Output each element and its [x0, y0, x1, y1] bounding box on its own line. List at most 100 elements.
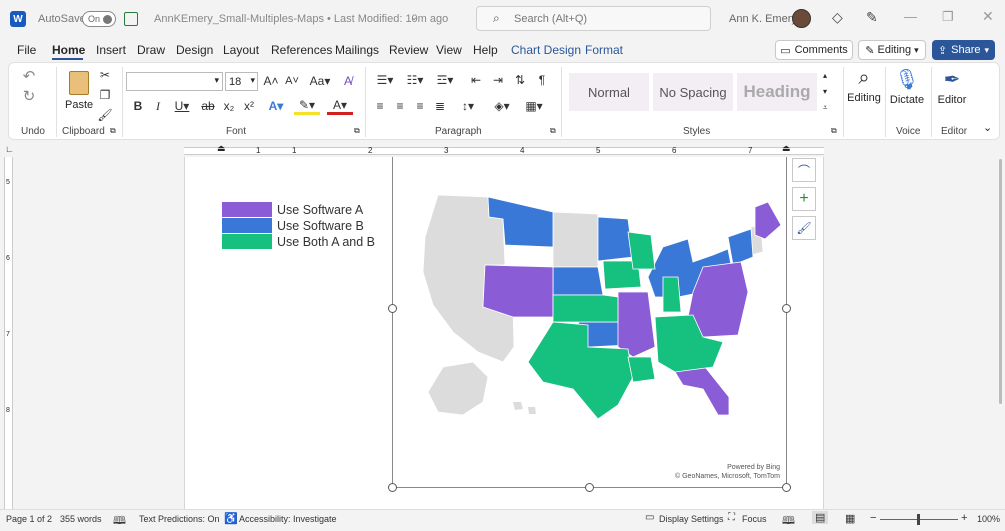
shrink-font-icon[interactable]: A˅: [283, 72, 301, 90]
resize-handle-mid-left[interactable]: [388, 304, 397, 313]
borders-icon[interactable]: ▦▾: [521, 97, 547, 115]
grow-font-icon[interactable]: A˄: [262, 72, 280, 90]
resize-handle-mid-right[interactable]: [782, 304, 791, 313]
word-count[interactable]: 355 words: [60, 514, 102, 524]
autosave-toggle[interactable]: On: [82, 11, 116, 27]
zoom-level[interactable]: 100%: [977, 514, 1000, 524]
justify-icon[interactable]: ≣: [431, 97, 449, 115]
user-name[interactable]: Ann K. Emery: [729, 13, 797, 25]
clear-formatting-icon[interactable]: A̸: [339, 72, 357, 90]
proofing-icon[interactable]: 🕮: [113, 512, 126, 531]
minimize-icon[interactable]: —: [904, 9, 917, 24]
layout-options-button[interactable]: ⌒: [792, 158, 816, 182]
zoom-in-icon[interactable]: +: [961, 512, 967, 524]
tab-design[interactable]: Design: [176, 43, 213, 57]
cut-icon[interactable]: ✂: [97, 67, 113, 83]
copy-icon[interactable]: ❐: [97, 87, 113, 103]
italic-icon[interactable]: I: [150, 97, 166, 115]
editing-mode-button[interactable]: ✎ Editing ▾: [858, 40, 926, 60]
chart-elements-button[interactable]: +: [792, 187, 816, 211]
decrease-indent-icon[interactable]: ⇤: [467, 71, 485, 89]
tab-format[interactable]: Format: [585, 43, 623, 57]
multilevel-list-icon[interactable]: ☲▾: [431, 71, 459, 89]
pen-icon[interactable]: ✎: [866, 9, 878, 26]
avatar[interactable]: [792, 9, 811, 28]
zoom-slider[interactable]: [880, 514, 958, 525]
numbering-icon[interactable]: ☷▾: [401, 71, 429, 89]
show-marks-icon[interactable]: ¶: [533, 71, 551, 89]
dialog-launcher-icon[interactable]: ⧉: [831, 126, 837, 136]
dialog-launcher-icon[interactable]: ⧉: [110, 126, 116, 136]
tab-help[interactable]: Help: [473, 43, 498, 57]
share-button[interactable]: ⇪ Share ▾: [932, 40, 995, 60]
document-page[interactable]: Use Software A Use Software B Use Both A…: [184, 157, 824, 509]
vertical-scrollbar[interactable]: [997, 157, 1005, 509]
tab-layout[interactable]: Layout: [223, 43, 259, 57]
tab-draw[interactable]: Draw: [137, 43, 165, 57]
map-region-grey-plains[interactable]: [552, 211, 599, 268]
map-region-green-wi[interactable]: [627, 231, 656, 270]
tab-file[interactable]: File: [17, 43, 36, 57]
sort-icon[interactable]: ⇅: [511, 71, 529, 89]
align-center-icon[interactable]: ≡: [391, 97, 409, 115]
tab-view[interactable]: View: [436, 43, 462, 57]
font-name-select[interactable]: ▾: [126, 72, 223, 91]
collapse-ribbon-icon[interactable]: ⌄: [983, 121, 992, 134]
zoom-slider-thumb[interactable]: [917, 514, 920, 525]
tab-chart-design[interactable]: Chart Design: [511, 43, 581, 57]
focus-mode[interactable]: Focus: [742, 514, 767, 524]
dialog-launcher-icon[interactable]: ⧉: [354, 126, 360, 136]
accessibility-status[interactable]: Accessibility: Investigate: [239, 514, 337, 524]
underline-icon[interactable]: U▾: [170, 97, 194, 115]
shading-icon[interactable]: ◈▾: [489, 97, 515, 115]
increase-indent-icon[interactable]: ⇥: [489, 71, 507, 89]
text-effects-icon[interactable]: A▾: [264, 97, 288, 115]
print-layout-icon[interactable]: ▤: [812, 511, 829, 524]
font-color-icon[interactable]: A▾: [327, 97, 353, 115]
strikethrough-icon[interactable]: ab: [199, 97, 217, 115]
editing-button[interactable]: ⌕ Editing: [847, 67, 881, 117]
bullets-icon[interactable]: ☰▾: [371, 71, 399, 89]
resize-handle-bottom-right[interactable]: [782, 483, 791, 492]
map-region-purple-west[interactable]: [482, 264, 554, 318]
map-region-purple-maine[interactable]: [754, 201, 782, 240]
map-region-grey-alaska[interactable]: [427, 361, 489, 416]
search-box[interactable]: ⌕ Search (Alt+Q): [476, 6, 711, 31]
tab-selector-icon[interactable]: ∟: [5, 144, 14, 154]
editor-button[interactable]: ✒ Editor: [935, 67, 969, 117]
map-region-green-plains[interactable]: [552, 294, 619, 323]
display-settings[interactable]: Display Settings: [659, 514, 724, 524]
tab-review[interactable]: Review: [389, 43, 428, 57]
paste-button[interactable]: Paste: [65, 69, 95, 121]
zoom-out-icon[interactable]: −: [870, 512, 876, 524]
diamond-icon[interactable]: ◇: [832, 9, 843, 26]
indent-marker-icon[interactable]: ⏏: [217, 143, 226, 154]
page-count[interactable]: Page 1 of 2: [6, 514, 52, 524]
subscript-icon[interactable]: x₂: [221, 97, 237, 115]
tab-references[interactable]: References: [271, 43, 332, 57]
map-region-blue-northeast[interactable]: [727, 228, 754, 266]
style-heading[interactable]: Heading: [737, 73, 817, 111]
chevron-down-icon[interactable]: ⌄: [410, 12, 418, 23]
align-right-icon[interactable]: ≡: [411, 97, 429, 115]
right-indent-marker-icon[interactable]: ⏏: [782, 143, 791, 154]
map-region-green-louisiana[interactable]: [627, 356, 656, 383]
superscript-icon[interactable]: x²: [241, 97, 257, 115]
chart-styles-button[interactable]: 🖌: [792, 216, 816, 240]
format-painter-icon[interactable]: 🖌: [97, 107, 113, 123]
style-no-spacing[interactable]: No Spacing: [653, 73, 733, 111]
resize-handle-bottom-mid[interactable]: [585, 483, 594, 492]
save-icon[interactable]: [124, 12, 138, 26]
line-spacing-icon[interactable]: ↕▾: [455, 97, 481, 115]
scroll-down-icon[interactable]: ▾: [823, 87, 827, 96]
map-region-purple-florida[interactable]: [674, 366, 730, 416]
map-region-grey-hawaii[interactable]: [513, 402, 536, 414]
tab-insert[interactable]: Insert: [96, 43, 126, 57]
dictate-button[interactable]: 🎙 Dictate: [889, 67, 925, 117]
document-title[interactable]: AnnKEmery_Small-Multiples-Maps • Last Mo…: [154, 13, 448, 25]
style-normal[interactable]: Normal: [569, 73, 649, 111]
scroll-up-icon[interactable]: ▴: [823, 71, 827, 80]
map-chart-frame[interactable]: Powered by Bing © GeoNames, Microsoft, T…: [388, 157, 791, 492]
close-icon[interactable]: ✕: [982, 8, 994, 25]
redo-icon[interactable]: ↻: [18, 87, 40, 105]
